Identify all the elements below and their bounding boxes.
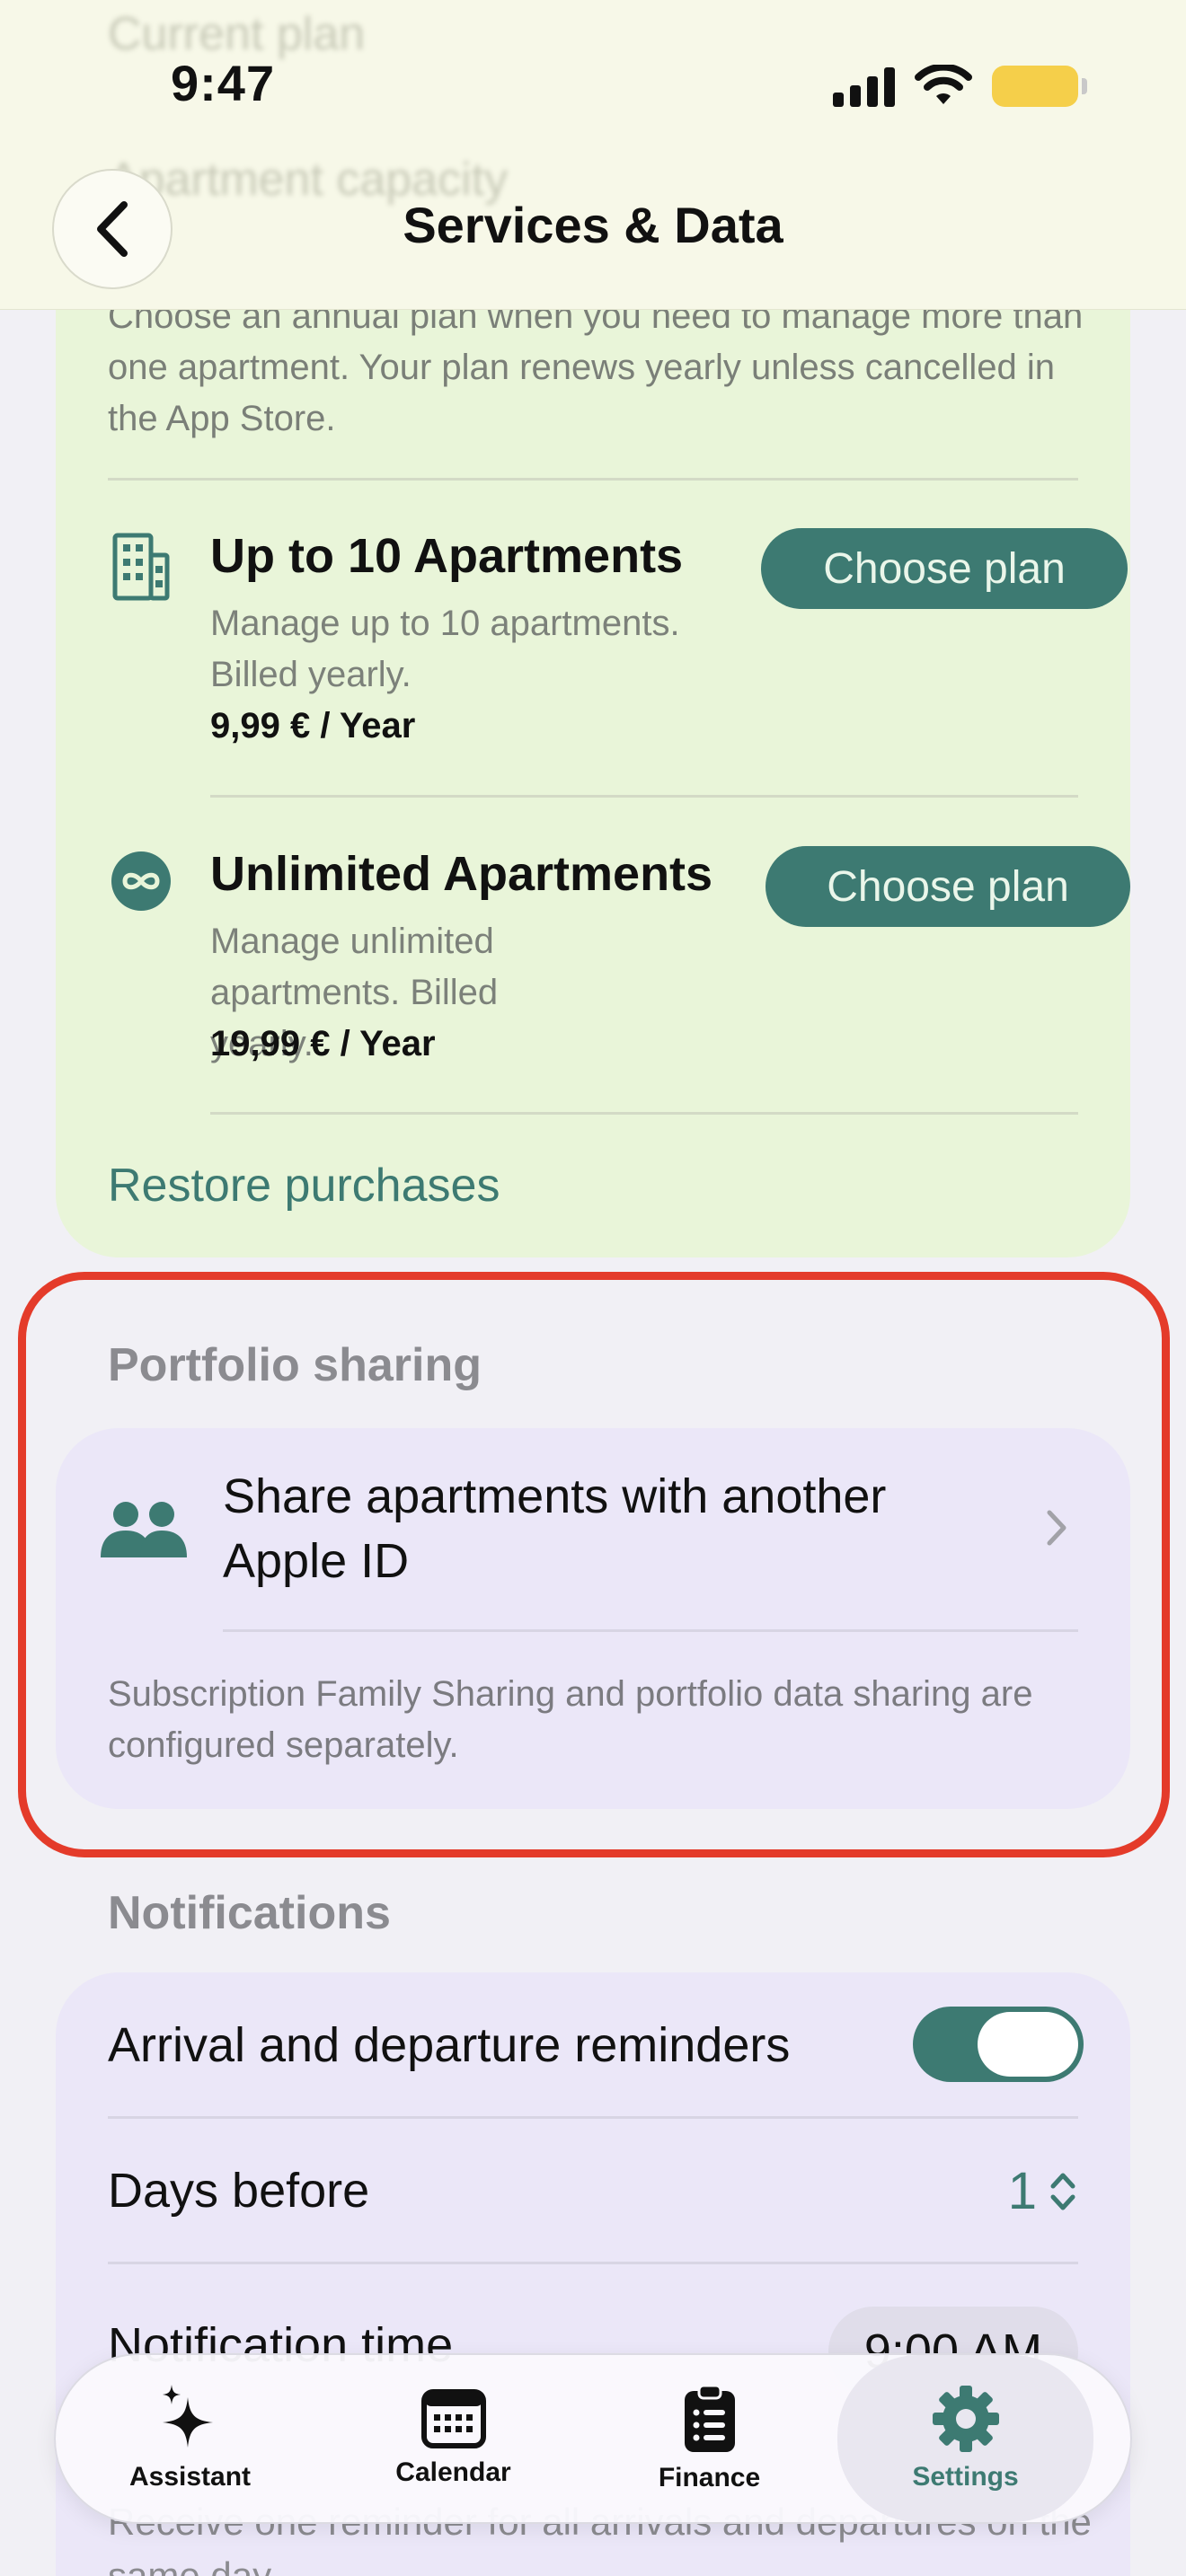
section-label-portfolio: Portfolio sharing: [108, 1339, 482, 1391]
status-icons: [833, 65, 1087, 108]
ghost-row-current-plan: Current plan: [108, 8, 366, 60]
tab-settings[interactable]: Settings: [837, 2355, 1093, 2522]
wifi-icon: [915, 65, 972, 104]
infinity-icon: [111, 851, 171, 911]
portfolio-note: Subscription Family Sharing and portfoli…: [108, 1674, 1033, 1765]
battery-icon: [992, 66, 1087, 107]
plan-subtitle: Manage up to 10 apartments. Billed yearl…: [210, 604, 680, 694]
plan-price: 9,99 € / Year: [210, 706, 416, 745]
choose-plan-button-unlimited[interactable]: Choose plan: [766, 846, 1130, 927]
tab-calendar[interactable]: Calendar: [325, 2355, 581, 2522]
toggle-knob: [978, 2012, 1078, 2077]
cellular-signal-icon: [833, 66, 895, 107]
days-before-value: 1: [1007, 2162, 1037, 2220]
share-apartments-label: Share apartments with another Apple ID: [223, 1469, 887, 1588]
reminders-toggle[interactable]: [913, 2007, 1084, 2082]
tab-label: Assistant: [128, 2462, 252, 2492]
divider: [108, 2116, 1078, 2119]
divider: [210, 795, 1078, 798]
status-time: 9:47: [171, 55, 276, 111]
tab-finance[interactable]: Finance: [581, 2355, 837, 2522]
people-icon: [101, 1502, 187, 1557]
top-header: Current plan Apartment capacity 9:47 Ser…: [0, 0, 1186, 310]
plan-price: 19,99 € / Year: [210, 1024, 436, 1063]
restore-purchases-link[interactable]: Restore purchases: [108, 1159, 500, 1213]
plan-card: Choose an annual plan when you need to m…: [56, 216, 1130, 1257]
section-label-notifications: Notifications: [108, 1887, 391, 1939]
clipboard-icon: [684, 2384, 735, 2452]
page-title: Services & Data: [403, 197, 783, 253]
plan-name: Up to 10 Apartments: [210, 529, 684, 583]
tab-label: Calendar: [395, 2457, 511, 2487]
plan-name: Unlimited Apartments: [210, 847, 713, 901]
tab-label: Settings: [912, 2462, 1019, 2492]
calendar-icon: [420, 2389, 486, 2448]
divider: [108, 2262, 1078, 2264]
building-icon: [112, 533, 170, 601]
divider: [108, 478, 1078, 481]
tab-bar: Assistant Calendar Finance Settings: [54, 2353, 1132, 2524]
divider: [210, 1112, 1078, 1115]
days-before-label: Days before: [108, 2164, 370, 2218]
chevron-up-down-icon: [1050, 2173, 1075, 2210]
share-apartments-row[interactable]: Share apartments with another Apple ID: [56, 1428, 1130, 1629]
sparkles-icon: [162, 2385, 213, 2448]
days-before-picker[interactable]: 1: [1008, 2161, 1076, 2221]
divider: [223, 1629, 1078, 1632]
tab-assistant[interactable]: Assistant: [62, 2355, 318, 2522]
choose-plan-button-10[interactable]: Choose plan: [761, 528, 1128, 609]
tab-label: Finance: [658, 2463, 761, 2492]
gear-icon: [932, 2386, 999, 2452]
reminders-label: Arrival and departure reminders: [108, 2018, 791, 2072]
portfolio-card: Share apartments with another Apple ID S…: [56, 1428, 1130, 1809]
chevron-right-icon: [1047, 1510, 1067, 1546]
plan-description: Choose an annual plan when you need to m…: [108, 296, 1084, 438]
